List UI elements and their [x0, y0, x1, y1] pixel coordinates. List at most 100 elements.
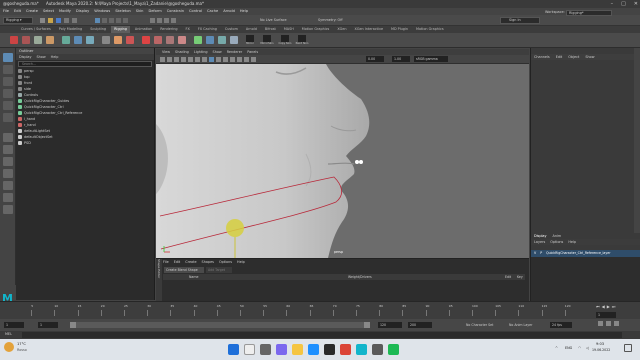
- scale-tool-icon[interactable]: [3, 113, 13, 122]
- parent-constraint-icon[interactable]: [126, 36, 134, 44]
- orient-constraint-icon[interactable]: [154, 36, 162, 44]
- attribute-editor-side-tabs[interactable]: [634, 48, 640, 233]
- shelf-tab-custom[interactable]: Custom: [222, 26, 241, 33]
- minimize-button[interactable]: –: [611, 0, 614, 8]
- scale-constraint-icon[interactable]: [178, 36, 186, 44]
- settings-icon[interactable]: [614, 321, 619, 326]
- menu-item-help[interactable]: Help: [240, 8, 248, 15]
- range-end-field[interactable]: 120: [378, 322, 402, 328]
- shelf-tab-rigging[interactable]: Rigging: [111, 26, 130, 33]
- language-indicator[interactable]: ENG: [565, 346, 572, 350]
- point-constraint-icon[interactable]: [142, 36, 150, 44]
- menu-item-skin[interactable]: Skin: [136, 8, 144, 15]
- app-icon[interactable]: [372, 344, 383, 355]
- go-start-icon[interactable]: ⏮: [596, 304, 600, 309]
- menu-item-skeleton[interactable]: Skeleton: [115, 8, 131, 15]
- lock-camera-icon[interactable]: [167, 57, 172, 62]
- mel-label[interactable]: MEL: [5, 332, 12, 336]
- sign-in-dropdown[interactable]: Sign In: [500, 17, 540, 24]
- shelf-tab-sculpting[interactable]: Sculpting: [87, 26, 109, 33]
- channel-menu-item-channels[interactable]: Channels: [534, 54, 550, 60]
- layout-top-icon[interactable]: [3, 169, 13, 178]
- ik-spline-icon[interactable]: [46, 36, 54, 44]
- add-target-button[interactable]: Add Target: [206, 267, 232, 273]
- channel-menu-item-edit[interactable]: Edit: [556, 54, 563, 60]
- weather-icon[interactable]: [4, 342, 14, 352]
- menu-item-display[interactable]: Display: [76, 8, 89, 15]
- save-scene-icon[interactable]: [56, 18, 61, 23]
- symmetry-dropdown[interactable]: Symmetry: Off: [318, 17, 343, 24]
- bind-skin-icon[interactable]: [102, 36, 110, 44]
- wrap-icon[interactable]: [206, 36, 214, 44]
- image-plane-icon[interactable]: [181, 57, 186, 62]
- wifi-icon[interactable]: ◠: [578, 346, 581, 350]
- fps-dropdown[interactable]: 24 fps: [550, 322, 572, 328]
- character-set-dropdown[interactable]: No Character Set: [466, 322, 493, 328]
- current-frame-field[interactable]: 1: [596, 312, 616, 318]
- redo-icon[interactable]: [72, 18, 77, 23]
- smooth-shade-icon[interactable]: [216, 57, 221, 62]
- shelf-tab-xgen[interactable]: XGen: [334, 26, 349, 33]
- shape-menu-item-options[interactable]: Options: [219, 260, 232, 264]
- file-explorer-icon[interactable]: [292, 344, 303, 355]
- task-view-icon[interactable]: [260, 344, 271, 355]
- viewport-3d[interactable]: persp: [156, 64, 529, 258]
- chrome-icon[interactable]: [340, 344, 351, 355]
- windows-start-icon[interactable]: [228, 344, 239, 355]
- command-input[interactable]: [22, 332, 622, 338]
- shape-menu-item-file[interactable]: File: [163, 260, 169, 264]
- shelf-tab-curves-surfaces[interactable]: Curves / Surfaces: [18, 26, 54, 33]
- audio-icon[interactable]: [606, 321, 611, 326]
- menu-item-windows[interactable]: Windows: [94, 8, 110, 15]
- tray-up-icon[interactable]: ^: [555, 346, 558, 350]
- shelf-tab-motion-graphics[interactable]: Motion Graphics: [413, 26, 447, 33]
- mirror-skin-weights-tool[interactable]: MirrorSkin: [259, 35, 275, 45]
- shelf-tab-poly-modeling[interactable]: Poly Modeling: [56, 26, 85, 33]
- wireframe-icon[interactable]: [209, 57, 214, 62]
- scene-end-field[interactable]: 200: [408, 322, 432, 328]
- outliner-menu-item-display[interactable]: Display: [19, 54, 32, 60]
- play-icon[interactable]: ▶: [607, 304, 610, 309]
- snap-grid-icon[interactable]: [150, 18, 155, 23]
- menu-item-arnold[interactable]: Arnold: [223, 8, 235, 15]
- cluster-deformer-icon[interactable]: [218, 36, 226, 44]
- exposure-field[interactable]: 0.00: [366, 56, 384, 62]
- menu-item-cache[interactable]: Cache: [207, 8, 218, 15]
- mirror-skin-tool[interactable]: Mirror: [244, 35, 256, 45]
- shape-menu-item-help[interactable]: Help: [237, 260, 245, 264]
- channel-menu-item-show[interactable]: Show: [585, 54, 594, 60]
- copy-skin-tool[interactable]: Copy Skin: [278, 35, 292, 45]
- layout-outliner-icon[interactable]: [3, 181, 13, 190]
- loop-icon[interactable]: [598, 321, 603, 326]
- select-hierarchy-icon[interactable]: [95, 18, 100, 23]
- mask-icon-2[interactable]: [123, 18, 128, 23]
- shelf-tab-animation[interactable]: Animation: [132, 26, 155, 33]
- gamma-field[interactable]: 1.00: [392, 56, 410, 62]
- layout-side-icon[interactable]: [3, 157, 13, 166]
- time-slider[interactable]: 5 10 15 20 25 30 35 40 45 50 55 60 65 70 75 80 85 90 95 100…: [0, 301, 640, 319]
- outliner-search-input[interactable]: Search...: [18, 61, 152, 67]
- shelf-tab-arnold[interactable]: Arnold: [243, 26, 260, 33]
- menu-item-select[interactable]: Select: [43, 8, 54, 15]
- snap-point-icon[interactable]: [164, 18, 169, 23]
- outliner-menu-item-show[interactable]: Show: [37, 54, 46, 60]
- camera-icon[interactable]: [160, 57, 165, 62]
- layer-menu-item-layers[interactable]: Layers: [534, 239, 545, 245]
- shelf-tab-mash[interactable]: MASH: [281, 26, 297, 33]
- mode-dropdown[interactable]: Rigging ▾: [3, 17, 33, 24]
- edge-icon[interactable]: [308, 344, 319, 355]
- layer-row[interactable]: V P QuickRigCharacter_Ctrl_Reference_lay…: [531, 250, 640, 257]
- workspace-dropdown[interactable]: Rigging*: [566, 10, 612, 16]
- scene-start-field[interactable]: 1: [4, 322, 24, 328]
- step-back-icon[interactable]: ◀: [602, 304, 605, 309]
- paint-skin-tool[interactable]: Paint Skin: [295, 35, 309, 45]
- ik-handle-icon[interactable]: [34, 36, 42, 44]
- search-icon[interactable]: [244, 344, 255, 355]
- shape-menu-item-shapes[interactable]: Shapes: [202, 260, 214, 264]
- undo-icon[interactable]: [64, 18, 69, 23]
- mask-icon[interactable]: [116, 18, 121, 23]
- insert-joint-icon[interactable]: [22, 36, 30, 44]
- blendshape-icon[interactable]: [194, 36, 202, 44]
- range-start-field[interactable]: 1: [38, 322, 58, 328]
- lasso-tool-icon[interactable]: [3, 65, 13, 74]
